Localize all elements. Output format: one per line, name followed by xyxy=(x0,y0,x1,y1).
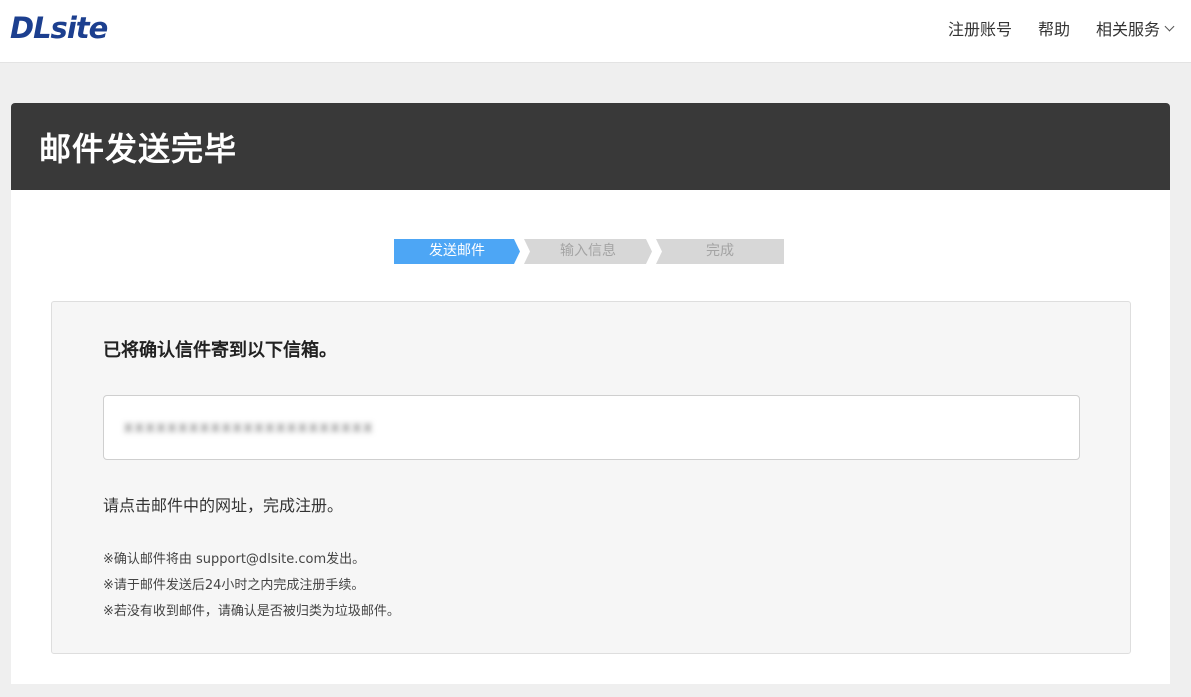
note-deadline: ※请于邮件发送后24小时之内完成注册手续。 xyxy=(103,578,365,593)
step-complete: 完成 xyxy=(656,239,784,264)
nav-register-account-label: 注册账号 xyxy=(947,20,1012,39)
top-nav: 注册账号 帮助 相关服务 xyxy=(948,16,1175,40)
note-sender: ※确认邮件将由 support@dlsite.com发出。 xyxy=(103,552,366,567)
confirmation-panel: 已将确认信件寄到以下信箱。 xxxxxxxxxxxxxxxxxxxxxxx 请点… xyxy=(51,301,1131,654)
nav-register-account[interactable]: 注册账号 xyxy=(948,16,1012,40)
note-spam: ※若没有收到邮件，请确认是否被归类为垃圾邮件。 xyxy=(103,604,400,619)
step-input-info: 输入信息 xyxy=(524,239,652,264)
step-send-email: 发送邮件 xyxy=(394,239,520,264)
chevron-down-icon xyxy=(1164,21,1175,31)
dlsite-logo[interactable]: DLsite xyxy=(10,12,108,44)
nav-related-services[interactable]: 相关服务 xyxy=(1095,16,1175,40)
title-bar: 邮件发送完毕 xyxy=(11,103,1170,190)
email-display-box: xxxxxxxxxxxxxxxxxxxxxxx xyxy=(103,395,1080,460)
notes-list: ※确认邮件将由 support@dlsite.com发出。 ※请于邮件发送后24… xyxy=(103,547,400,625)
nav-related-services-label: 相关服务 xyxy=(1095,20,1160,39)
top-bar: DLsite 注册账号 帮助 相关服务 xyxy=(0,0,1191,63)
progress-steps: 发送邮件 输入信息 完成 xyxy=(394,239,784,264)
nav-help-label: 帮助 xyxy=(1037,20,1070,39)
main-card: 邮件发送完毕 发送邮件 输入信息 完成 已将确认信件寄到以下信箱。 xxxxxx… xyxy=(11,103,1170,684)
page-title: 邮件发送完毕 xyxy=(39,129,238,168)
panel-heading: 已将确认信件寄到以下信箱。 xyxy=(103,340,337,361)
nav-help[interactable]: 帮助 xyxy=(1038,16,1070,40)
email-value-blurred: xxxxxxxxxxxxxxxxxxxxxxx xyxy=(124,418,375,436)
instruction-text: 请点击邮件中的网址，完成注册。 xyxy=(103,496,344,515)
